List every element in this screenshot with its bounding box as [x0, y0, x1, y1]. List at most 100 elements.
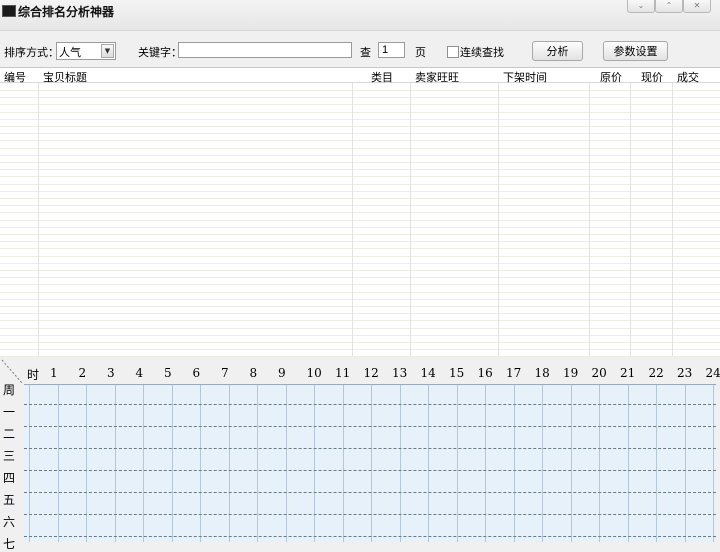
schedule-grid-column: [656, 385, 657, 542]
column-header-delist-time[interactable]: 下架时间: [503, 69, 547, 85]
table-header: 编号 宝贝标题 类目 卖家旺旺 下架时间 原价 现价 成交: [0, 68, 720, 83]
column-divider: [352, 68, 353, 356]
schedule-grid-column: [286, 385, 287, 542]
schedule-grid-column: [428, 385, 429, 542]
hour-label: 12: [364, 366, 379, 380]
day-label: 一: [3, 403, 15, 420]
hour-label: 3: [107, 366, 115, 380]
hour-label: 2: [79, 366, 87, 380]
schedule-grid-row: [24, 404, 716, 405]
column-header-id[interactable]: 编号: [4, 69, 26, 85]
column-header-current-price[interactable]: 现价: [641, 69, 663, 85]
schedule-grid-column: [457, 385, 458, 542]
keyword-label: 关键字：: [138, 44, 182, 60]
column-header-category[interactable]: 类目: [371, 69, 393, 85]
hour-label: 22: [649, 366, 664, 380]
day-label: 四: [3, 469, 15, 486]
schedule-grid-column: [571, 385, 572, 542]
hour-label: 8: [250, 366, 258, 380]
hour-label: 15: [449, 366, 464, 380]
day-label: 三: [3, 447, 15, 464]
schedule-grid-column: [58, 385, 59, 542]
schedule-grid-row: [24, 492, 716, 493]
schedule-grid-column: [29, 385, 30, 542]
schedule-grid-column: [400, 385, 401, 542]
column-divider: [410, 68, 411, 356]
window-title: 综合排名分析神器: [18, 3, 114, 20]
column-header-seller[interactable]: 卖家旺旺: [415, 69, 459, 85]
schedule-grid-column: [172, 385, 173, 542]
day-label: 七: [3, 535, 15, 552]
sort-label: 排序方式：: [4, 44, 59, 60]
schedule-grid-column: [542, 385, 543, 542]
schedule-grid-column: [713, 385, 714, 542]
hour-label: 9: [278, 366, 286, 380]
sort-select[interactable]: 人气 ▼: [56, 42, 116, 60]
title-bar: 综合排名分析神器 ⌄ ⌃ ✕: [0, 0, 720, 31]
column-divider: [672, 68, 673, 356]
hour-label: 7: [221, 366, 229, 380]
analyze-button[interactable]: 分析: [532, 41, 583, 61]
hour-label: 17: [506, 366, 521, 380]
close-button[interactable]: ✕: [683, 0, 711, 13]
app-icon: [2, 5, 16, 17]
schedule-grid-column: [86, 385, 87, 542]
hour-label: 18: [535, 366, 550, 380]
schedule-grid-column: [371, 385, 372, 542]
minimize-button[interactable]: ⌄: [627, 0, 655, 13]
toolbar: 排序方式： 人气 ▼ 关键字： 查 页 连续查找 分析 参数设置: [0, 38, 720, 66]
continuous-search-label[interactable]: 连续查找: [460, 44, 504, 60]
column-header-title[interactable]: 宝贝标题: [43, 69, 87, 85]
schedule-grid-column: [485, 385, 486, 542]
day-label: 六: [3, 513, 15, 530]
continuous-search-checkbox[interactable]: [447, 46, 459, 58]
delist-schedule: 时 12345678910111213141516171819202122232…: [0, 358, 720, 541]
hour-label: 19: [563, 366, 578, 380]
table-row[interactable]: [0, 349, 720, 357]
schedule-grid-column: [200, 385, 201, 542]
page-input[interactable]: [378, 42, 405, 58]
schedule-grid-column: [514, 385, 515, 542]
hour-label: 24: [706, 366, 720, 380]
dropdown-arrow-icon[interactable]: ▼: [101, 44, 114, 58]
hour-label: 6: [193, 366, 201, 380]
hour-label: 13: [392, 366, 407, 380]
column-header-original-price[interactable]: 原价: [600, 69, 622, 85]
hour-label: 5: [164, 366, 172, 380]
column-header-sales[interactable]: 成交: [677, 69, 699, 85]
schedule-grid-row: [24, 448, 716, 449]
schedule-grid-column: [628, 385, 629, 542]
schedule-grid-column: [685, 385, 686, 542]
search-label: 查: [360, 44, 371, 60]
page-unit-label: 页: [415, 44, 426, 60]
schedule-grid-column: [343, 385, 344, 542]
hour-label: 4: [136, 366, 144, 380]
hour-label: 14: [421, 366, 436, 380]
sort-select-value: 人气: [59, 44, 81, 60]
column-divider: [38, 68, 39, 356]
day-label: 二: [3, 425, 15, 442]
hour-label: 16: [478, 366, 493, 380]
schedule-grid-column: [115, 385, 116, 542]
results-table[interactable]: 编号 宝贝标题 类目 卖家旺旺 下架时间 原价 现价 成交: [0, 67, 720, 356]
day-label: 五: [3, 491, 15, 508]
schedule-grid-column: [229, 385, 230, 542]
hour-label: 21: [620, 366, 635, 380]
hour-label: 11: [335, 366, 350, 380]
settings-button[interactable]: 参数设置: [603, 41, 668, 61]
hour-label: 10: [307, 366, 322, 380]
schedule-grid-column: [314, 385, 315, 542]
schedule-grid-row: [24, 536, 716, 537]
keyword-input[interactable]: [178, 42, 352, 58]
schedule-grid-column: [257, 385, 258, 542]
hour-corner-label: 时: [27, 366, 39, 383]
column-divider: [630, 68, 631, 356]
schedule-grid[interactable]: [24, 384, 716, 542]
schedule-grid-column: [143, 385, 144, 542]
schedule-grid-row: [24, 514, 716, 515]
hour-label: 20: [592, 366, 607, 380]
schedule-grid-row: [24, 426, 716, 427]
column-divider: [498, 68, 499, 356]
maximize-button[interactable]: ⌃: [655, 0, 683, 13]
schedule-grid-row: [24, 470, 716, 471]
